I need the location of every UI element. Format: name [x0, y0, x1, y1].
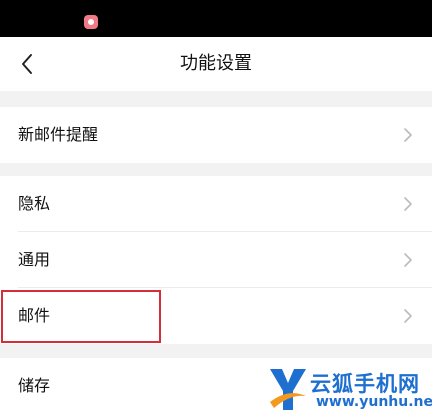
chevron-left-icon	[22, 54, 32, 74]
row-label: 通用	[18, 250, 51, 269]
settings-row-storage[interactable]: 储存	[0, 358, 432, 414]
row-label: 邮件	[18, 306, 51, 325]
chevron-right-icon	[404, 309, 412, 323]
status-bar	[0, 0, 432, 37]
settings-section-storage: 储存	[0, 358, 432, 415]
row-label: 新邮件提醒	[18, 125, 99, 144]
back-button[interactable]	[10, 47, 44, 81]
settings-row-privacy[interactable]: 隐私	[0, 176, 432, 232]
settings-section-general: 隐私 通用 邮件	[0, 176, 432, 344]
page-title: 功能设置	[180, 53, 252, 74]
settings-row-mail[interactable]: 邮件	[0, 288, 432, 344]
settings-row-new-mail-alert[interactable]: 新邮件提醒	[0, 107, 432, 163]
chevron-right-icon	[404, 197, 412, 211]
nav-bar: 功能设置	[0, 37, 432, 91]
settings-section-notifications: 新邮件提醒	[0, 107, 432, 163]
chevron-right-icon	[404, 253, 412, 267]
settings-row-general[interactable]: 通用	[0, 232, 432, 288]
notification-icon	[84, 15, 98, 29]
chevron-right-icon	[404, 128, 412, 142]
row-label: 储存	[18, 376, 51, 395]
row-label: 隐私	[18, 194, 51, 213]
